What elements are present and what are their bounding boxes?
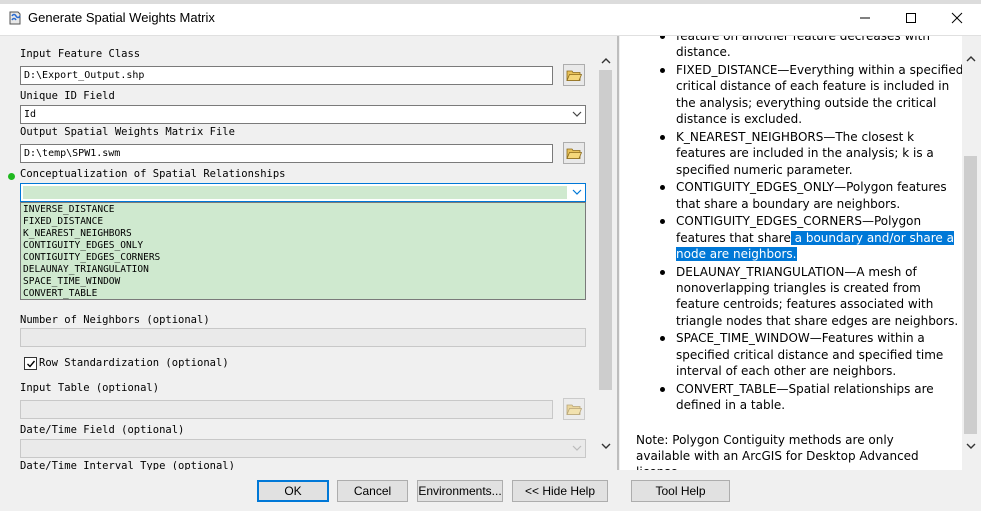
open-folder-icon: [566, 70, 582, 81]
cancel-button[interactable]: Cancel: [337, 480, 408, 502]
input-feature-class-field[interactable]: D:\Export_Output.shp: [20, 66, 553, 85]
environments-button[interactable]: Environments...: [417, 480, 503, 502]
number-of-neighbors-field[interactable]: [20, 328, 586, 347]
dropdown-option-k-nearest-neighbors[interactable]: K_NEAREST_NEIGHBORS: [21, 228, 585, 240]
output-matrix-file-value: D:\temp\SPW1.swm: [24, 148, 121, 159]
number-of-neighbors-label: Number of Neighbors (optional): [20, 314, 210, 326]
chevron-down-icon: [569, 107, 584, 122]
help-item-inverse-distance-fragment: feature on another feature decreases wit…: [660, 36, 965, 61]
help-item-space-time-window: SPACE_TIME_WINDOW—Features within a spec…: [660, 330, 965, 379]
help-item-convert-table: CONVERT_TABLE—Spatial relationships are …: [660, 381, 965, 414]
checkmark-icon: [26, 360, 35, 368]
unique-id-field-value: Id: [24, 109, 37, 120]
close-icon: [951, 12, 963, 24]
minimize-button[interactable]: [845, 6, 885, 30]
chevron-up-icon: [966, 56, 975, 62]
help-item-delaunay-triangulation: DELAUNAY_TRIANGULATION—A mesh of nonover…: [660, 264, 965, 330]
help-pane: feature on another feature decreases wit…: [620, 36, 965, 470]
parameters-pane: Input Feature Class D:\Export_Output.shp…: [0, 36, 614, 470]
chevron-down-icon: [966, 443, 975, 449]
hide-help-button[interactable]: << Hide Help: [512, 480, 608, 502]
dropdown-option-space-time-window[interactable]: SPACE_TIME_WINDOW: [21, 276, 585, 288]
dropdown-option-contiguity-edges-only[interactable]: CONTIGUITY_EDGES_ONLY: [21, 240, 585, 252]
button-bar: OK Cancel Environments... << Hide Help T…: [0, 470, 981, 511]
input-feature-class-browse-button[interactable]: [563, 64, 585, 86]
pane-divider[interactable]: [617, 36, 619, 470]
help-scroll-up-button[interactable]: [962, 50, 979, 67]
input-table-label: Input Table (optional): [20, 382, 160, 394]
script-tool-icon: [9, 11, 21, 25]
help-item-fixed-distance: FIXED_DISTANCE—Everything within a speci…: [660, 63, 964, 127]
background-window-strip: [0, 0, 981, 4]
help-item-contiguity-edges-corners: CONTIGUITY_EDGES_CORNERS—Polygon feature…: [660, 213, 965, 262]
input-table-browse-button[interactable]: [563, 398, 585, 420]
output-matrix-file-field[interactable]: D:\temp\SPW1.swm: [20, 144, 553, 163]
dropdown-option-fixed-distance[interactable]: FIXED_DISTANCE: [21, 216, 585, 228]
dropdown-option-delaunay-triangulation[interactable]: DELAUNAY_TRIANGULATION: [21, 264, 585, 276]
scroll-thumb[interactable]: [599, 70, 612, 390]
minimize-icon: [860, 17, 870, 19]
row-standardization-checkbox[interactable]: [24, 357, 37, 370]
output-matrix-file-label: Output Spatial Weights Matrix File: [20, 126, 235, 138]
output-matrix-file-browse-button[interactable]: [563, 142, 585, 164]
input-feature-class-label: Input Feature Class: [20, 48, 141, 60]
help-list: feature on another feature decreases wit…: [620, 36, 965, 414]
dropdown-option-contiguity-edges-corners[interactable]: CONTIGUITY_EDGES_CORNERS: [21, 252, 585, 264]
chevron-down-icon: [569, 185, 584, 200]
row-standardization-label: Row Standardization (optional): [39, 357, 229, 369]
conceptualization-label: Conceptualization of Spatial Relationshi…: [20, 168, 286, 180]
help-item-k-nearest-neighbors: K_NEAREST_NEIGHBORS—The closest k featur…: [660, 129, 965, 178]
chevron-up-icon: [601, 58, 610, 64]
help-scroll-thumb[interactable]: [964, 156, 977, 434]
unique-id-field-select[interactable]: Id: [20, 105, 586, 124]
help-scroll-down-button[interactable]: [962, 438, 979, 455]
title-bar: Generate Spatial Weights Matrix: [0, 0, 981, 36]
conceptualization-dropdown-list: INVERSE_DISTANCE FIXED_DISTANCE K_NEARES…: [20, 202, 586, 300]
conceptualization-value: [23, 186, 567, 199]
maximize-icon: [906, 13, 916, 23]
parameters-scrollbar[interactable]: [597, 36, 614, 470]
help-note: Note: Polygon Contiguity methods are onl…: [636, 432, 919, 470]
close-button[interactable]: [937, 6, 977, 30]
maximize-button[interactable]: [891, 6, 931, 30]
conceptualization-select[interactable]: [20, 183, 586, 202]
scroll-down-button[interactable]: [597, 438, 614, 455]
unique-id-field-label: Unique ID Field: [20, 90, 115, 102]
window-title: Generate Spatial Weights Matrix: [28, 10, 215, 25]
scroll-up-button[interactable]: [597, 52, 614, 69]
dropdown-option-convert-table[interactable]: CONVERT_TABLE: [21, 288, 585, 300]
input-table-field[interactable]: [20, 400, 553, 419]
input-feature-class-value: D:\Export_Output.shp: [24, 70, 145, 81]
date-time-field-select[interactable]: [20, 439, 586, 458]
help-scrollbar[interactable]: [962, 36, 979, 470]
dropdown-option-inverse-distance[interactable]: INVERSE_DISTANCE: [21, 204, 585, 216]
ok-button[interactable]: OK: [257, 480, 329, 502]
help-item-contiguity-edges-only: CONTIGUITY_EDGES_ONLY—Polygon features t…: [660, 179, 965, 212]
open-folder-icon: [566, 404, 582, 415]
date-time-interval-type-label: Date/Time Interval Type (optional): [20, 460, 235, 470]
chevron-down-icon: [601, 443, 610, 449]
chevron-down-icon: [569, 441, 584, 456]
date-time-field-label: Date/Time Field (optional): [20, 424, 185, 436]
required-parameter-indicator: [8, 173, 15, 180]
open-folder-icon: [566, 148, 582, 159]
tool-help-button[interactable]: Tool Help: [631, 480, 730, 502]
